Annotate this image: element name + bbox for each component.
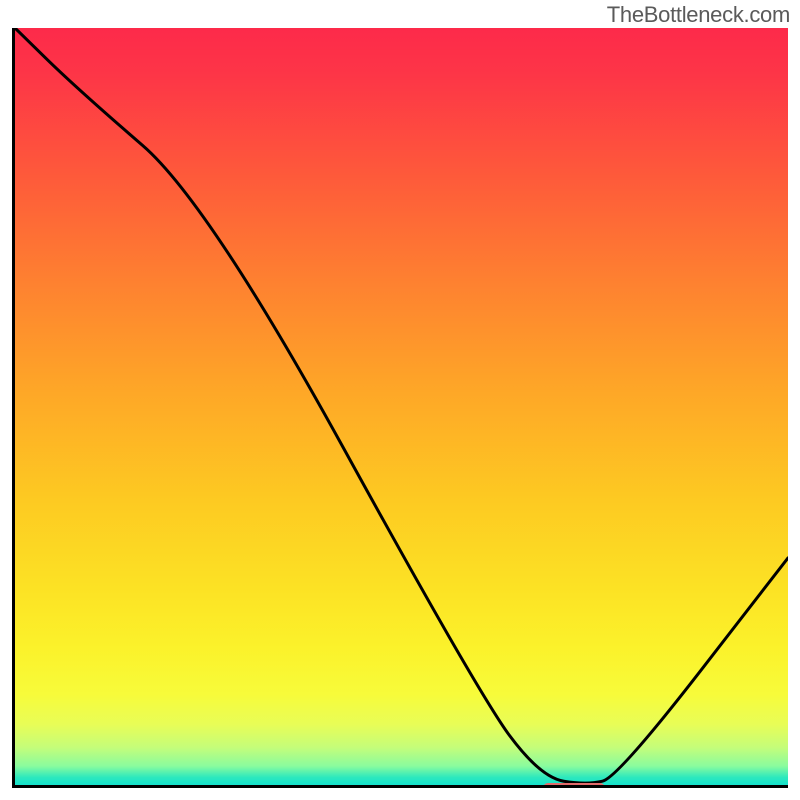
- watermark-text: TheBottleneck.com: [607, 2, 790, 28]
- bottleneck-curve: [15, 28, 788, 785]
- plot-area: [12, 28, 788, 788]
- optimal-marker: [543, 783, 605, 788]
